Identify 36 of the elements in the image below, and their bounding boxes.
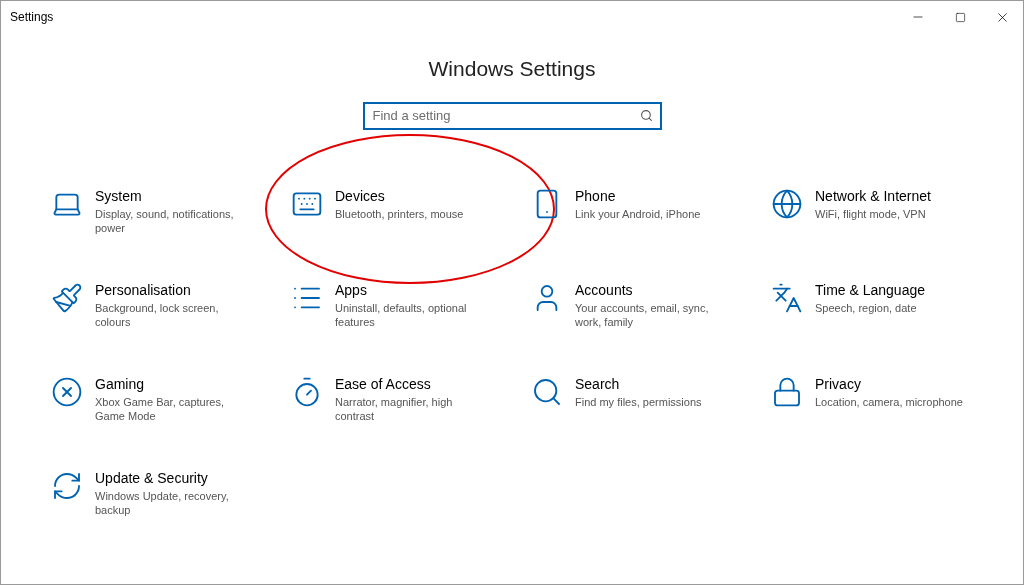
search-field[interactable]: Find a setting [362, 101, 662, 130]
category-description: Your accounts, email, sync, work, family [575, 300, 710, 329]
category-description: Background, lock screen, colours [95, 300, 220, 329]
category-description: Windows Update, recovery, backup [95, 488, 230, 517]
category-title[interactable]: Apps [335, 280, 485, 299]
category-title[interactable]: Search [575, 374, 725, 393]
lock-icon [771, 375, 803, 408]
category-description: Uninstall, defaults, optional features [335, 300, 468, 329]
category-title[interactable]: Time & Language [815, 280, 965, 299]
search-icon [639, 108, 653, 122]
languages-icon [771, 281, 803, 314]
category-title[interactable]: Privacy [815, 374, 965, 393]
window-title: Settings [9, 9, 54, 26]
circle-x-icon [51, 375, 83, 408]
page-heading: Windows Settings [428, 56, 596, 82]
category-title[interactable]: Accounts [575, 280, 725, 299]
category-description: Find my files, permissions [575, 394, 703, 409]
category-description: Speech, region, date [815, 300, 918, 315]
category-description: Xbox Game Bar, captures, Game Mode [95, 394, 225, 423]
category-description: Bluetooth, printers, mouse [335, 206, 465, 221]
category-title[interactable]: Personalisation [95, 280, 245, 299]
category-title[interactable]: System [95, 186, 245, 205]
globe-icon [771, 187, 803, 220]
paintbrush-icon [51, 281, 83, 314]
category-description: Link your Android, iPhone [575, 206, 702, 221]
category-title[interactable]: Gaming [95, 374, 245, 393]
category-title[interactable]: Ease of Access [335, 374, 485, 393]
category-description: WiFi, flight mode, VPN [815, 206, 927, 221]
category-description: Location, camera, microphone [815, 394, 964, 409]
category-title[interactable]: Update & Security [95, 468, 245, 487]
category-description: Display, sound, notifications, power [95, 206, 235, 235]
maximize-icon [954, 11, 966, 23]
category-description: Narrator, magnifier, high contrast [335, 394, 454, 423]
category-title[interactable]: Devices [335, 186, 485, 205]
category-title[interactable]: Phone [575, 186, 725, 205]
category-title[interactable]: Network & Internet [815, 186, 965, 205]
